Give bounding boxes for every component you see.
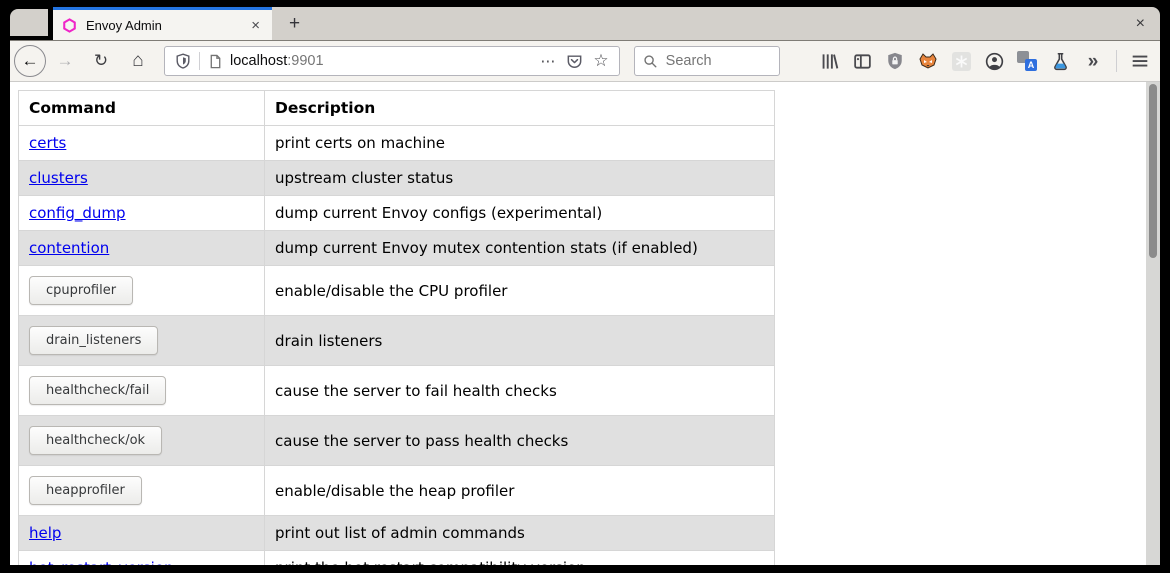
command-table-body: certs print certs on machine clusters upstr… [19,126,775,566]
table-row: hot_restart_version print the hot restart… [19,551,775,566]
toolbar-icon-strip: A » [806,50,1150,72]
command-link-clusters[interactable]: clusters [29,169,88,187]
tab-bar-empty-area: + × [272,7,1160,40]
command-button-healthcheck/ok[interactable]: healthcheck/ok [29,426,162,455]
table-row: config_dump dump current Envoy configs (e… [19,196,775,231]
command-cell: clusters [19,161,265,196]
command-button-cpuprofiler[interactable]: cpuprofiler [29,276,133,305]
description-cell: cause the server to pass health checks [265,416,775,466]
search-icon [643,54,658,69]
command-button-heapprofiler[interactable]: heapprofiler [29,476,142,505]
pocket-save-icon[interactable] [566,53,583,70]
tracking-protection-shield-icon[interactable] [175,53,191,69]
titlebar-spacer [10,9,48,36]
command-cell: certs [19,126,265,161]
shield-lock-extension-icon[interactable] [885,51,905,71]
vertical-scrollbar[interactable] [1146,82,1160,565]
command-link-contention[interactable]: contention [29,239,109,257]
scrollbar-thumb[interactable] [1149,84,1157,258]
table-row: clusters upstream cluster status [19,161,775,196]
table-row: healthcheck/ok cause the server to pass h… [19,416,775,466]
command-cell: heapprofiler [19,466,265,516]
back-button[interactable]: ← [14,45,46,77]
envoy-favicon-icon [62,18,77,33]
new-tab-button[interactable]: + [282,12,307,35]
table-row: drain_listeners drain listeners [19,316,775,366]
page-content: Command Description certs print certs on … [10,82,1160,565]
toolbar-separator [1116,50,1117,72]
url-host-text: localhost [230,53,287,69]
command-cell: drain_listeners [19,316,265,366]
search-placeholder: Search [666,53,712,69]
urlbar-separator [199,52,200,70]
command-cell: contention [19,231,265,266]
page-actions-icon[interactable]: ⋯ [540,52,556,70]
table-row: healthcheck/fail cause the server to fail… [19,366,775,416]
tab-close-icon[interactable]: × [248,17,263,34]
table-header-row: Command Description [19,91,775,126]
search-bar[interactable]: Search [634,46,780,76]
translate-extension-icon[interactable]: A [1017,51,1037,71]
command-cell: cpuprofiler [19,266,265,316]
page-info-icon[interactable] [208,54,223,69]
command-cell: hot_restart_version [19,551,265,566]
table-row: heapprofiler enable/disable the heap prof… [19,466,775,516]
description-cell: cause the server to fail health checks [265,366,775,416]
fox-extension-icon[interactable] [918,51,938,71]
command-button-drain_listeners[interactable]: drain_listeners [29,326,158,355]
hamburger-menu-icon[interactable] [1130,51,1150,71]
command-link-hot_restart_version[interactable]: hot_restart_version [29,559,174,565]
description-cell: print the hot restart compatibility vers… [265,551,775,566]
table-row: contention dump current Envoy mutex conte… [19,231,775,266]
table-row: certs print certs on machine [19,126,775,161]
bookmark-star-icon[interactable]: ☆ [593,51,608,71]
library-icon[interactable] [819,51,839,71]
account-extension-icon[interactable] [984,51,1004,71]
command-link-config_dump[interactable]: config_dump [29,204,126,222]
description-column-header: Description [265,91,775,126]
description-cell: print out list of admin commands [265,516,775,551]
description-cell: dump current Envoy mutex contention stat… [265,231,775,266]
command-column-header: Command [19,91,265,126]
command-button-healthcheck/fail[interactable]: healthcheck/fail [29,376,166,405]
command-link-certs[interactable]: certs [29,134,66,152]
window-close-button[interactable]: × [1136,15,1145,33]
tab-title: Envoy Admin [86,18,248,33]
overflow-menu-icon[interactable]: » [1083,51,1103,71]
description-cell: enable/disable the heap profiler [265,466,775,516]
navigation-toolbar: ← → ↻ ⌂ localhost :9901 ⋯ ☆ [10,41,1160,82]
description-cell: enable/disable the CPU profiler [265,266,775,316]
description-cell: dump current Envoy configs (experimental… [265,196,775,231]
reload-button[interactable]: ↻ [88,51,114,71]
command-cell: healthcheck/ok [19,416,265,466]
url-bar[interactable]: localhost :9901 ⋯ ☆ [164,46,620,76]
description-cell: upstream cluster status [265,161,775,196]
tab-bar: Envoy Admin × + × [10,7,1160,41]
flask-extension-icon[interactable] [1050,51,1070,71]
url-port-text: :9901 [287,53,323,69]
command-cell: help [19,516,265,551]
home-button[interactable]: ⌂ [124,50,152,72]
admin-command-table: Command Description certs print certs on … [18,90,775,565]
table-row: help print out list of admin commands [19,516,775,551]
description-cell: drain listeners [265,316,775,366]
command-cell: config_dump [19,196,265,231]
table-row: cpuprofiler enable/disable the CPU profil… [19,266,775,316]
sidebar-toggle-icon[interactable] [852,51,872,71]
command-link-help[interactable]: help [29,524,61,542]
forward-button: → [52,51,78,71]
description-cell: print certs on machine [265,126,775,161]
tab-envoy-admin[interactable]: Envoy Admin × [53,7,272,40]
browser-window: Envoy Admin × + × ← → ↻ ⌂ localhost :990… [0,0,1170,573]
command-cell: healthcheck/fail [19,366,265,416]
disabled-extension-icon[interactable] [951,51,971,71]
